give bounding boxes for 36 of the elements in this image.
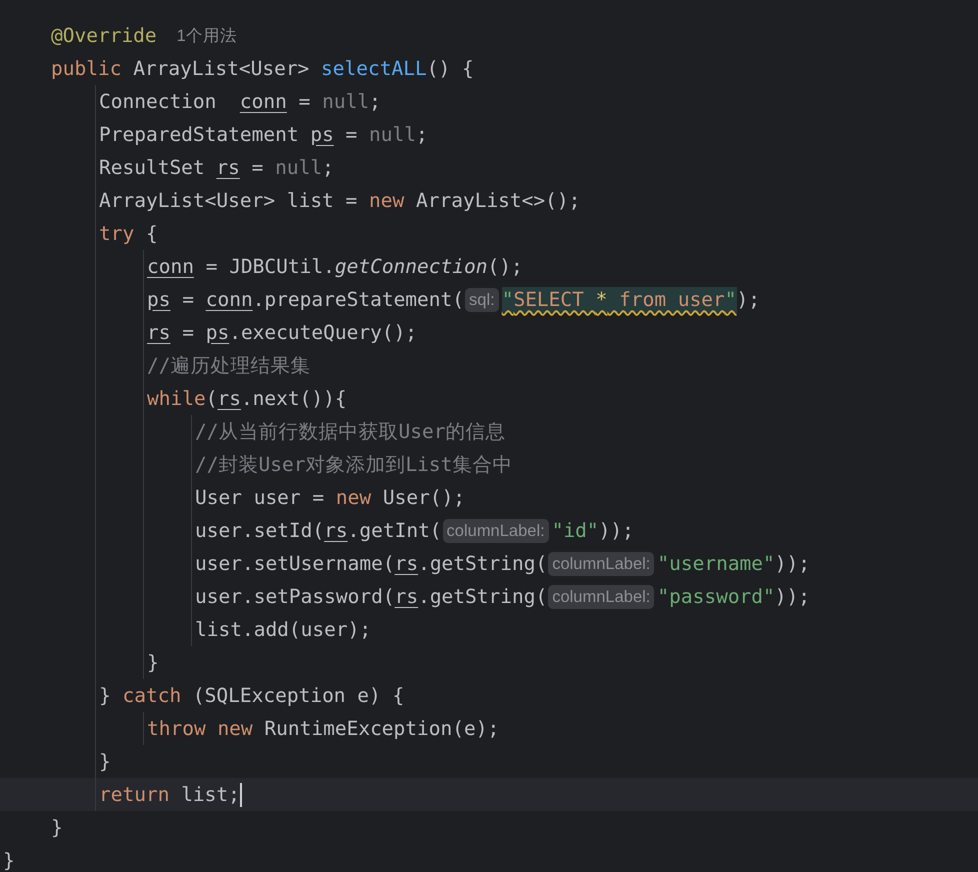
usage-hint[interactable]: 1个用法 — [176, 24, 237, 46]
code-text: list.add(user); — [195, 616, 372, 642]
code-text: } — [99, 748, 111, 774]
code-text: } — [147, 650, 159, 676]
code-text: throw new RuntimeException(e); — [147, 716, 500, 742]
parameter-hint: columnLabel: — [442, 518, 549, 542]
code-text: conn = JDBCUtil.getConnection(); — [147, 254, 523, 280]
code-text: PreparedStatement ps = null; — [99, 122, 428, 148]
code-text: "id")); — [552, 518, 634, 544]
code-text: User user = new User(); — [195, 484, 466, 510]
code-text: user.setId(rs.getInt( — [195, 518, 442, 544]
code-text: "SELECT * from user"); — [502, 286, 760, 312]
code-text: } — [3, 848, 15, 872]
code-text: ResultSet rs = null; — [99, 154, 334, 180]
code-text: @Override — [51, 22, 157, 48]
code-text: //遍历处理结果集 — [147, 352, 310, 378]
code-text: user.setPassword(rs.getString( — [195, 584, 548, 610]
parameter-hint: sql: — [465, 288, 499, 312]
code-text: //封装User对象添加到List集合中 — [195, 452, 512, 478]
parameter-hint: columnLabel: — [548, 584, 654, 608]
code-text: try { — [99, 220, 158, 246]
code-text: ArrayList<User> list = new ArrayList<>(); — [99, 188, 580, 214]
code-text: ps = conn.prepareStatement( — [147, 286, 464, 312]
code-text: } catch (SQLException e) { — [99, 682, 404, 708]
code-text: return list; — [99, 782, 240, 808]
code-text: Connection conn = null; — [99, 88, 381, 114]
code-text: rs = ps.executeQuery(); — [147, 320, 418, 346]
code-text: public ArrayList<User> selectALL() { — [51, 56, 474, 82]
code-text: "password")); — [657, 584, 810, 610]
code-text: //从当前行数据中获取User的信息 — [195, 418, 506, 444]
code-text: } — [51, 814, 63, 840]
code-text: user.setUsername(rs.getString( — [195, 550, 548, 576]
code-text: "username")); — [657, 550, 810, 576]
code-text: while(rs.next()){ — [147, 386, 347, 412]
parameter-hint: columnLabel: — [548, 552, 654, 576]
text-caret — [240, 782, 242, 806]
